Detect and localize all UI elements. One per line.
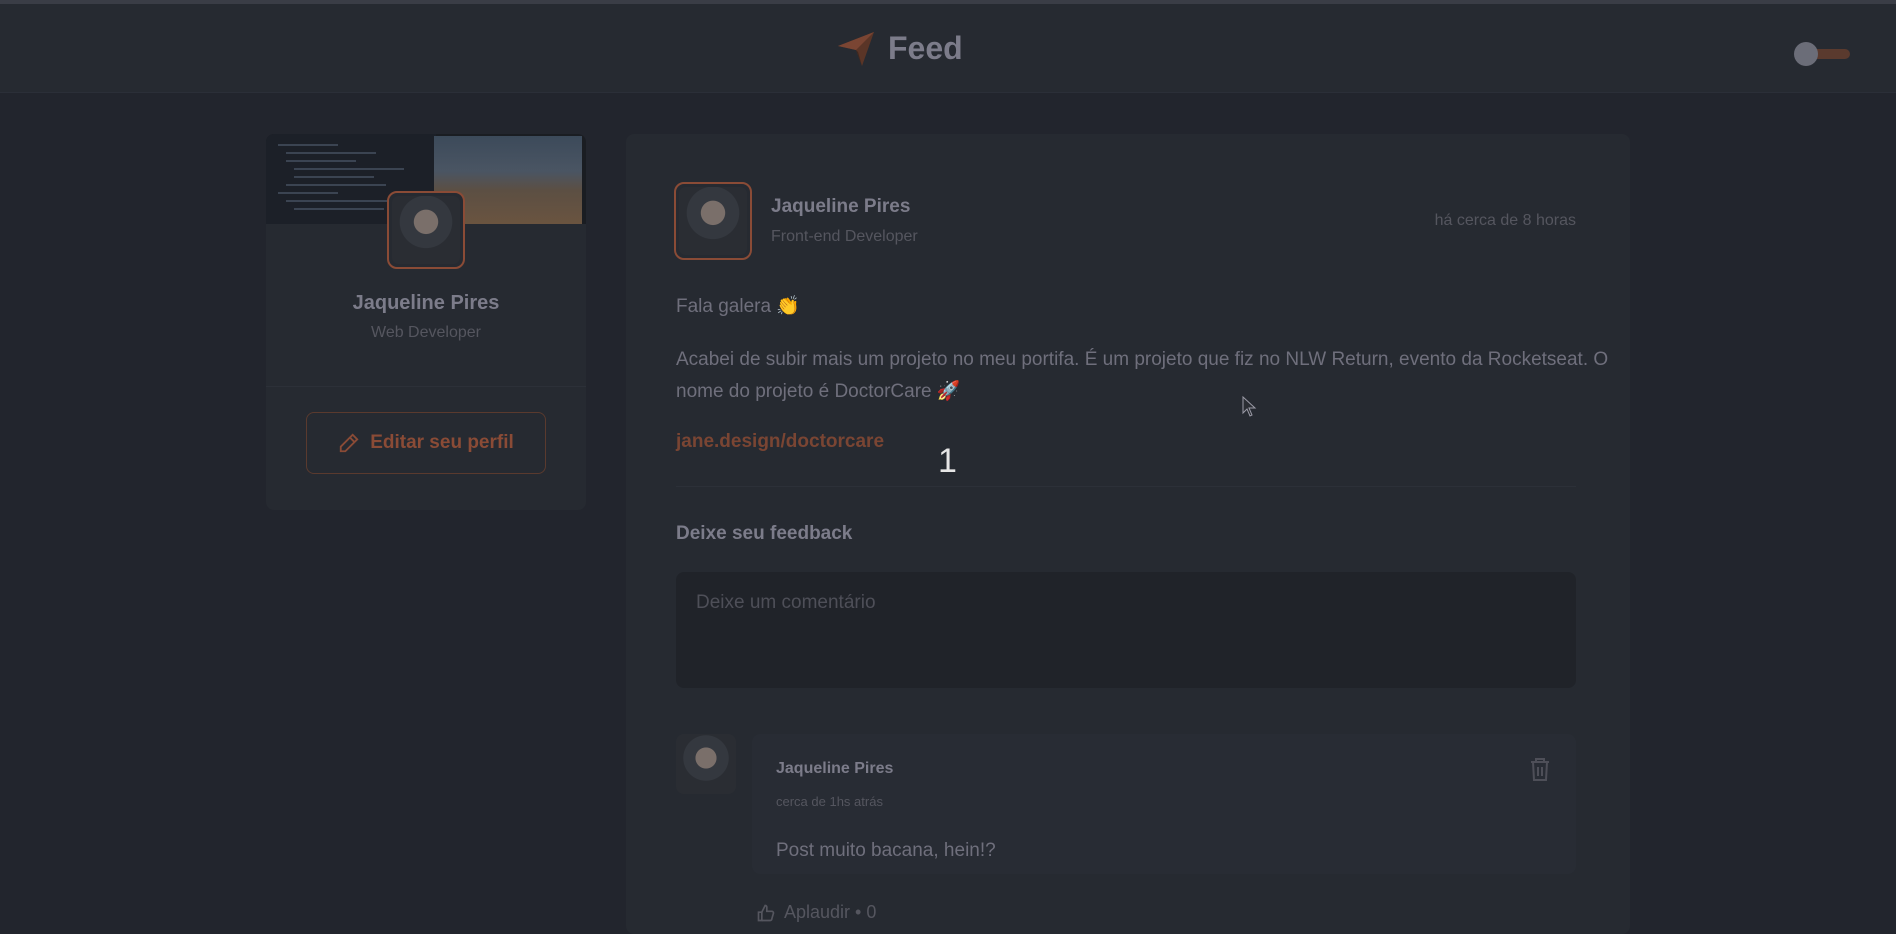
profile-card: Jaqueline Pires Web Developer Editar seu… bbox=[266, 134, 586, 510]
post-author-avatar[interactable] bbox=[674, 182, 752, 260]
comment-timestamp: cerca de 1hs atrás bbox=[776, 794, 883, 809]
logo: Feed bbox=[836, 28, 963, 68]
post-author-avatar-image bbox=[679, 187, 747, 255]
post-body: Acabei de subir mais um projeto no meu p… bbox=[676, 349, 1609, 402]
trash-icon bbox=[1531, 758, 1549, 781]
comment-text: Post muito bacana, hein!? bbox=[776, 840, 996, 861]
edit-profile-button[interactable]: Editar seu perfil bbox=[306, 412, 546, 474]
comment-input[interactable] bbox=[676, 572, 1576, 688]
profile-avatar-image bbox=[392, 196, 460, 264]
feedback-title: Deixe seu feedback bbox=[676, 523, 853, 544]
app-title: Feed bbox=[888, 29, 963, 66]
applaud-label: Aplaudir • 0 bbox=[784, 902, 877, 922]
pencil-icon bbox=[340, 433, 359, 453]
thumbs-up-icon bbox=[757, 904, 775, 921]
mouse-cursor-icon bbox=[1242, 396, 1257, 417]
profile-divider bbox=[266, 386, 586, 387]
edit-profile-label: Editar seu perfil bbox=[370, 432, 514, 453]
post-greeting: Fala galera 👏 bbox=[676, 296, 800, 317]
profile-avatar bbox=[387, 191, 465, 269]
applaud-button[interactable]: Aplaudir • 0 bbox=[756, 902, 876, 923]
comment-avatar[interactable] bbox=[676, 734, 736, 794]
step-marker: 1 bbox=[938, 442, 957, 480]
profile-name: Jaqueline Pires bbox=[352, 292, 500, 314]
toggle-knob bbox=[1794, 42, 1818, 66]
theme-toggle[interactable] bbox=[1794, 42, 1852, 66]
delete-comment-button[interactable] bbox=[1528, 756, 1552, 787]
paper-plane-icon bbox=[838, 32, 874, 66]
post-author-role: Front-end Developer bbox=[771, 228, 918, 245]
post-author-name: Jaqueline Pires bbox=[771, 196, 911, 217]
post-divider bbox=[676, 486, 1576, 487]
comment-author: Jaqueline Pires bbox=[776, 760, 894, 777]
post-timestamp: há cerca de 8 horas bbox=[1434, 212, 1576, 229]
header: Feed bbox=[0, 4, 1896, 93]
post-link[interactable]: jane.design/doctorcare bbox=[676, 431, 884, 453]
profile-role: Web Developer bbox=[371, 324, 481, 341]
